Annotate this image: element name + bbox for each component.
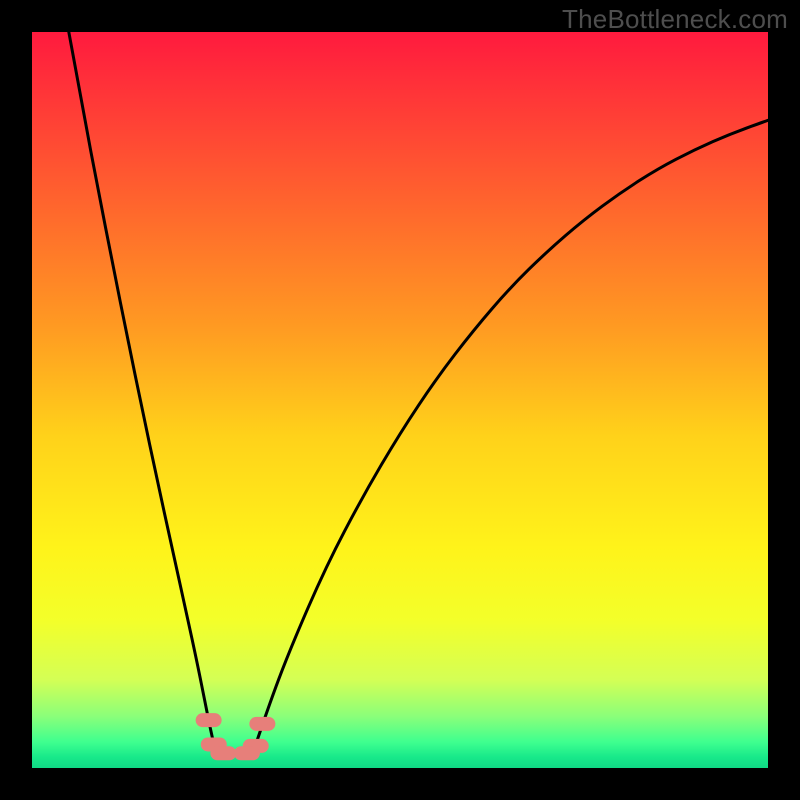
right-marker-upper	[249, 717, 275, 731]
chart-frame: TheBottleneck.com	[0, 0, 800, 800]
floor-marker-right	[234, 746, 260, 760]
gradient-background	[32, 32, 768, 768]
watermark-text: TheBottleneck.com	[562, 4, 788, 35]
chart-svg	[32, 32, 768, 768]
plot-area	[32, 32, 768, 768]
left-marker-upper	[196, 713, 222, 727]
floor-marker-left	[210, 746, 236, 760]
